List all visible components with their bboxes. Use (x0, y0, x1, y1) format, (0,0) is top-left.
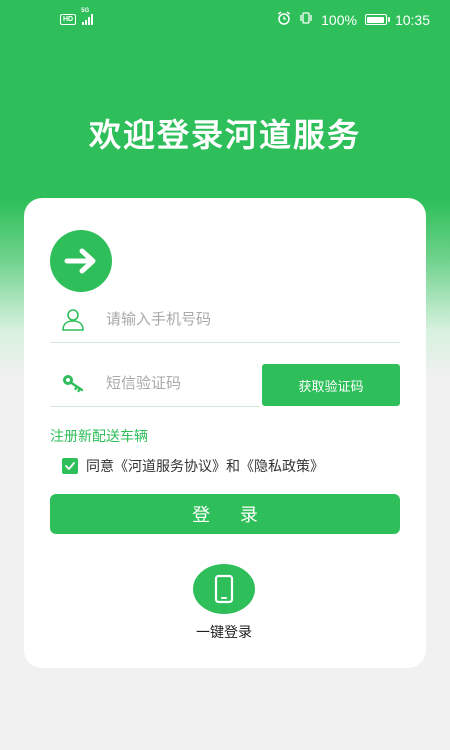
key-icon (60, 370, 86, 396)
battery-level (367, 16, 385, 23)
agreement-checkbox[interactable] (62, 458, 78, 474)
status-right: 100% 10:35 (277, 11, 430, 28)
signal-icon: 5G (81, 8, 94, 25)
register-vehicle-link[interactable]: 注册新配送车辆 (50, 426, 148, 446)
battery-icon (364, 14, 390, 25)
hd-badge: HD (60, 13, 77, 25)
clock: 10:35 (394, 11, 430, 28)
check-icon (65, 462, 75, 470)
battery-percent: 100% (321, 11, 357, 28)
phone-field (50, 296, 400, 343)
one-click-login-label: 一键登录 (196, 625, 252, 641)
page-title: 欢迎登录河道服务 (88, 116, 361, 154)
user-icon (60, 306, 86, 332)
phone-input[interactable] (106, 296, 306, 342)
status-left: HD 5G (60, 8, 94, 25)
one-click-login[interactable]: 一键登录 (174, 564, 274, 642)
vibrate-icon (299, 11, 313, 28)
code-field (50, 360, 260, 407)
mobile-phone-icon[interactable] (193, 564, 255, 614)
alarm-icon (277, 11, 291, 28)
arrow-right-icon (50, 230, 112, 292)
login-card: 获取验证码 注册新配送车辆 同意《河道服务协议》和《隐私政策》 登 录 一键登录 (24, 198, 426, 668)
sms-code-input[interactable] (106, 360, 246, 406)
status-bar: HD 5G 100% 10:35 (0, 0, 450, 42)
get-code-button[interactable]: 获取验证码 (262, 364, 400, 406)
agreement-row: 同意《河道服务协议》和《隐私政策》 (62, 456, 324, 476)
network-type: 5G (81, 8, 90, 14)
login-button[interactable]: 登 录 (50, 494, 400, 534)
agreement-text[interactable]: 同意《河道服务协议》和《隐私政策》 (86, 456, 324, 476)
